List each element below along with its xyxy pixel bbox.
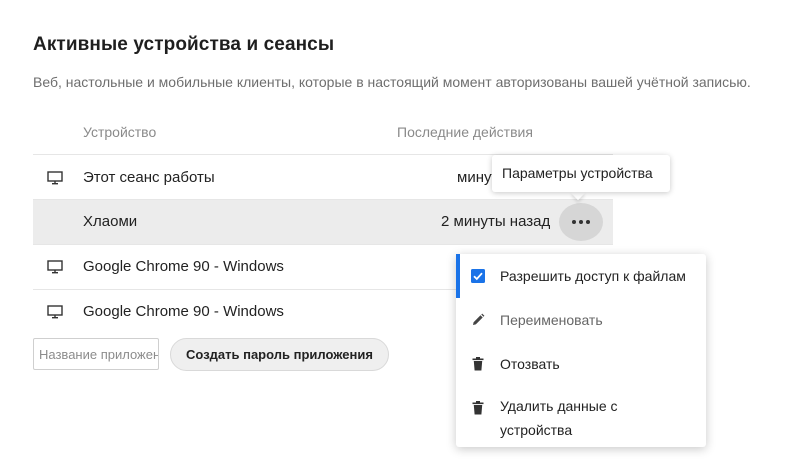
- menu-item-label: Переименовать: [500, 312, 603, 328]
- menu-item-rename[interactable]: Переименовать: [456, 298, 706, 342]
- focus-indicator: [456, 254, 460, 298]
- device-options-menu: Разрешить доступ к файлам Переименовать …: [456, 254, 706, 447]
- menu-item-revoke[interactable]: Отозвать: [456, 342, 706, 386]
- column-header-device: Устройство: [83, 124, 157, 140]
- app-name-input[interactable]: [33, 338, 159, 370]
- trash-icon: [472, 401, 484, 415]
- create-app-password-button[interactable]: Создать пароль приложения: [170, 338, 389, 371]
- table-row[interactable]: Хлаоми 2 минуты назад: [33, 200, 613, 244]
- device-name: Google Chrome 90 - Windows: [83, 258, 284, 275]
- tooltip: Параметры устройства: [492, 155, 670, 192]
- menu-item-wipe-device[interactable]: Удалить данные с устройства: [456, 386, 706, 444]
- desktop-icon: [47, 171, 63, 185]
- pencil-icon: [473, 313, 485, 325]
- desktop-icon: [47, 260, 63, 274]
- page-subtitle: Веб, настольные и мобильные клиенты, кот…: [33, 74, 751, 90]
- page-title: Активные устройства и сеансы: [33, 34, 335, 55]
- desktop-icon: [47, 305, 63, 319]
- device-name: Хлаоми: [83, 213, 138, 230]
- menu-item-allow-file-access[interactable]: Разрешить доступ к файлам: [456, 254, 706, 298]
- menu-item-label: Отозвать: [500, 356, 560, 372]
- device-name: Google Chrome 90 - Windows: [83, 303, 284, 320]
- trash-icon: [472, 357, 484, 371]
- checkbox-checked-icon[interactable]: [471, 269, 485, 283]
- menu-item-label: Разрешить доступ к файлам: [500, 268, 686, 284]
- menu-item-label-line2: устройства: [500, 422, 573, 438]
- more-options-button[interactable]: [559, 203, 603, 241]
- ellipsis-icon: [572, 220, 576, 224]
- menu-item-label: Удалить данные с: [500, 398, 618, 414]
- last-activity: 2 минуты назад: [441, 213, 551, 230]
- device-name: Этот сеанс работы: [83, 169, 215, 186]
- column-header-last-activity: Последние действия: [397, 124, 533, 140]
